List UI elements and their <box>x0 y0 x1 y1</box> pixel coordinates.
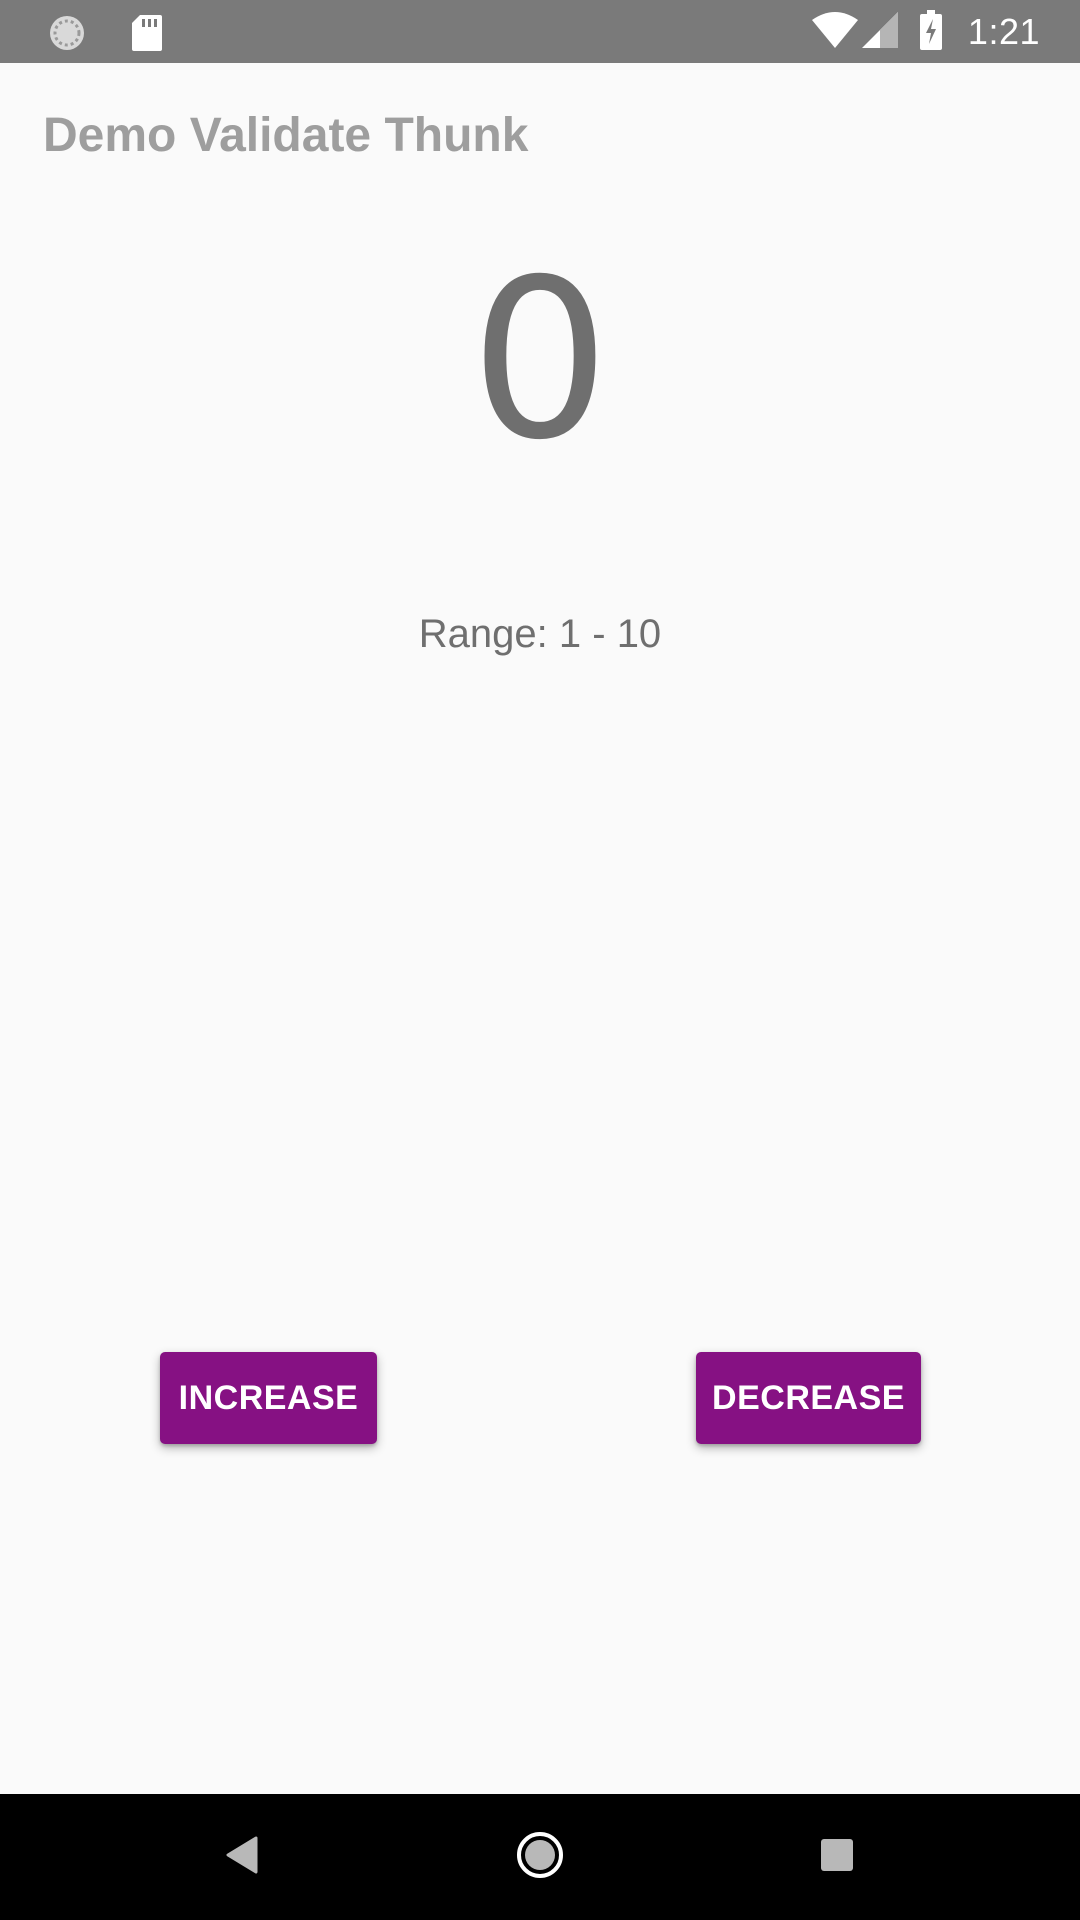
app-screen: 1:21 Demo Validate Thunk 0 Range: 1 - 10… <box>0 0 1080 1920</box>
home-button[interactable] <box>460 1794 620 1920</box>
status-bar-clock: 1:21 <box>967 11 1040 52</box>
signal-icon <box>861 11 898 53</box>
navigation-bar <box>0 1794 1080 1920</box>
home-icon <box>515 1830 565 1885</box>
back-icon <box>224 1836 258 1879</box>
counter-value: 0 <box>470 232 610 488</box>
status-bar-right-icons: 1:21 <box>811 9 1040 55</box>
decrease-button[interactable]: DECREASE <box>696 1352 921 1444</box>
wifi-icon <box>811 11 858 53</box>
status-bar: 1:21 <box>0 0 1080 63</box>
status-bar-left-icons <box>48 14 162 57</box>
recents-icon <box>820 1838 854 1877</box>
battery-charging-icon <box>919 9 942 55</box>
page-title: Demo Validate Thunk <box>43 109 529 162</box>
recents-button[interactable] <box>757 1794 917 1920</box>
increase-button[interactable]: INCREASE <box>160 1352 377 1444</box>
back-button[interactable] <box>161 1794 321 1920</box>
sd-card-icon <box>132 15 162 56</box>
sync-icon <box>48 14 86 57</box>
range-label: Range: 1 - 10 <box>418 612 662 656</box>
